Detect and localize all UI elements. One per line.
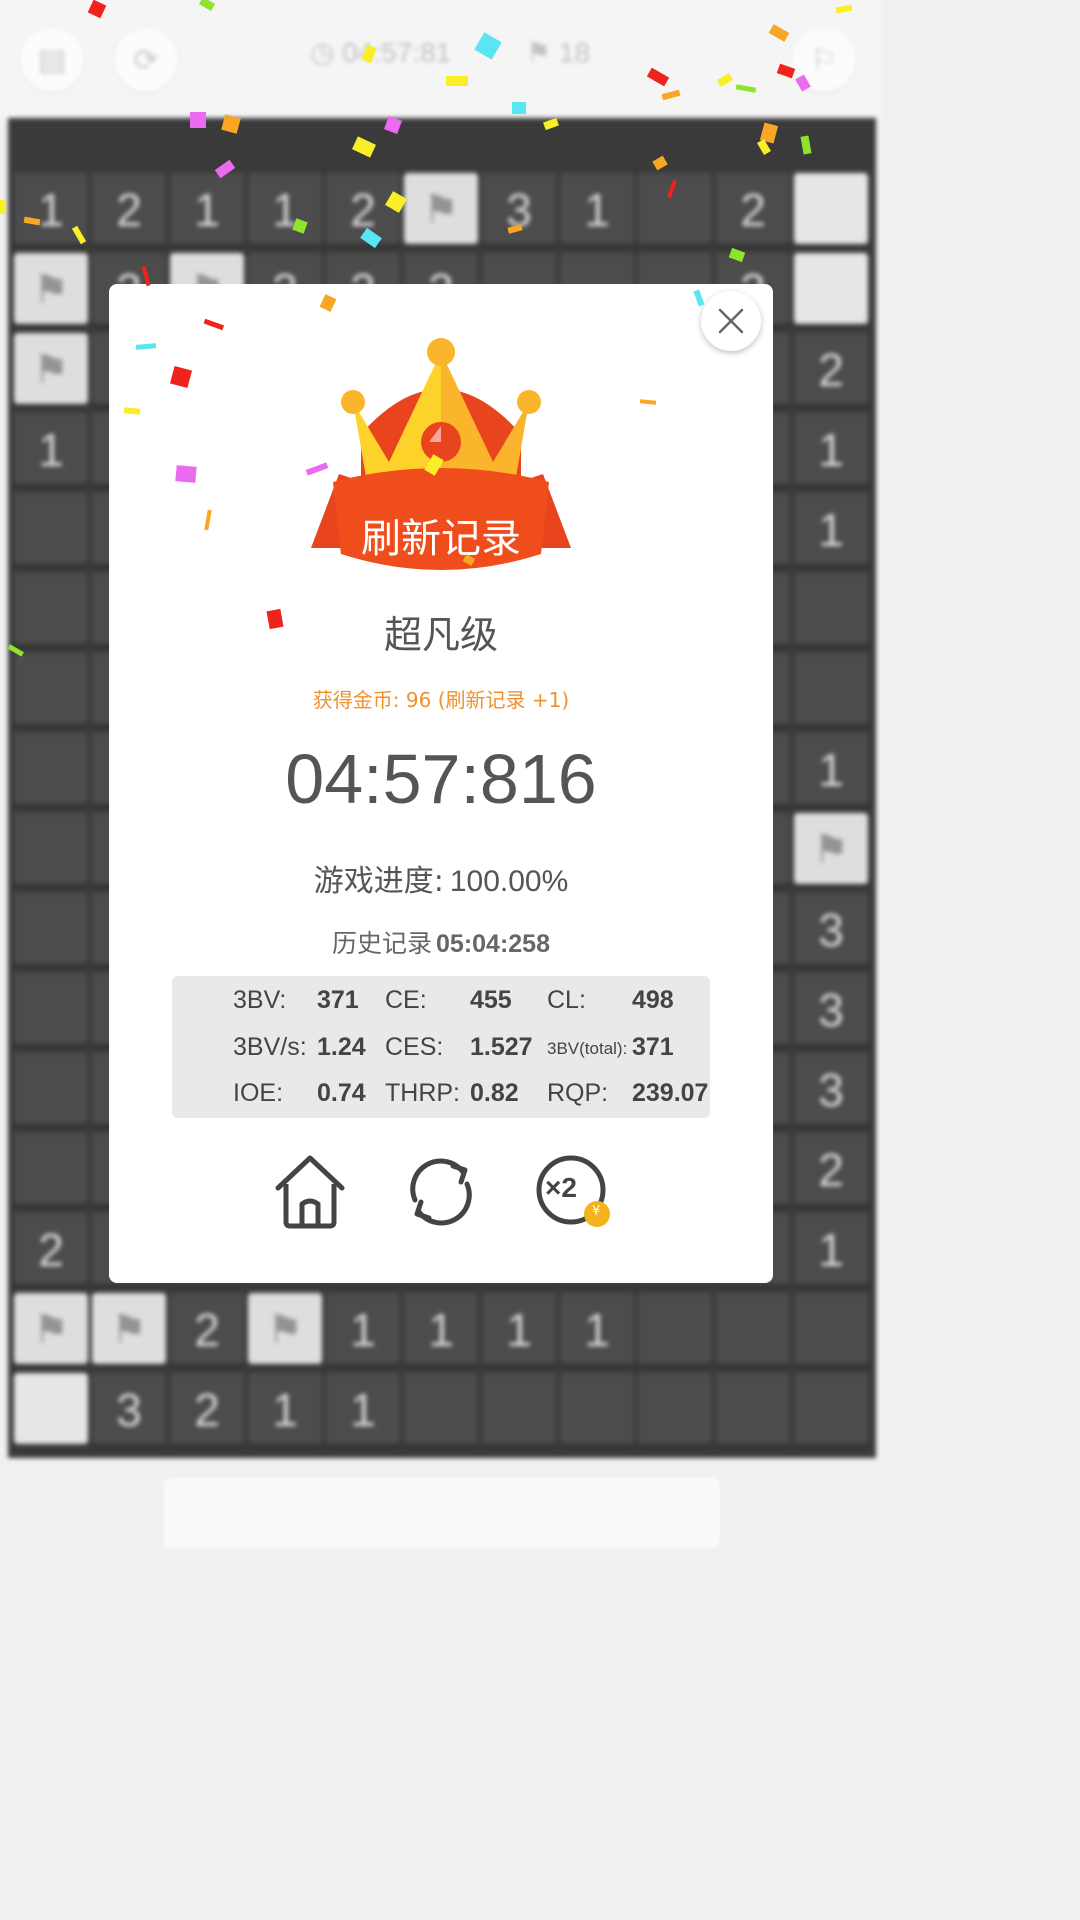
stat-value-thrp: 0.82 (470, 1079, 519, 1107)
close-icon (718, 308, 744, 334)
stat-value-3bv-total: 371 (632, 1033, 674, 1061)
stat-label-ces: CES: (385, 1033, 444, 1061)
double-reward-button[interactable]: ×2 ¥ (531, 1152, 617, 1232)
history-label: 历史记录 (332, 929, 433, 958)
history-record: 历史记录 05:04:258 (109, 924, 773, 960)
difficulty-level: 超凡级 (383, 613, 498, 657)
stat-value-ces: 1.527 (470, 1033, 533, 1061)
stat-label-thrp: THRP: (385, 1079, 460, 1107)
stat-label-3bvs: 3BV/s: (233, 1033, 307, 1061)
stat-value-ce: 455 (470, 986, 512, 1014)
home-icon (275, 1155, 345, 1229)
restart-button[interactable] (401, 1152, 481, 1232)
coins-earned: 获得金币: 96 (刷新记录 +1) (312, 688, 570, 712)
history-value: 05:04:258 (436, 930, 550, 958)
stat-label-ce: CE: (385, 986, 427, 1014)
coin-icon: ¥ (592, 1204, 601, 1219)
stat-label-3bv-total: 3BV(total): (547, 1039, 628, 1058)
stat-value-3bvs: 1.24 (317, 1033, 366, 1061)
stats-row: 3BV: 371 CE: 455 CL: 498 (172, 986, 710, 1016)
progress-label: 游戏进度: (313, 864, 444, 899)
game-progress: 游戏进度: 100.00% (109, 856, 773, 900)
stat-value-cl: 498 (632, 986, 674, 1014)
stats-panel: 3BV: 371 CE: 455 CL: 498 3BV/s: 1.24 CES… (172, 976, 710, 1118)
home-button[interactable] (270, 1152, 350, 1232)
record-banner-text: 刷新记录 (361, 516, 521, 562)
progress-value: 100.00% (449, 865, 569, 898)
stats-row: 3BV/s: 1.24 CES: 1.527 3BV(total): 371 (172, 1033, 710, 1063)
record-dialog: 刷新记录 超凡级 获得金币: 96 (刷新记录 +1) 04:57:816 游戏… (109, 284, 773, 1283)
stat-value-rqp: 239.07 (632, 1079, 709, 1107)
close-button[interactable] (701, 291, 761, 351)
stat-label-rqp: RQP: (547, 1079, 609, 1107)
stat-label-ioe: IOE: (233, 1079, 284, 1107)
stat-value-ioe: 0.74 (317, 1079, 366, 1107)
restart-icon (410, 1158, 472, 1226)
stat-label-cl: CL: (547, 986, 586, 1014)
stat-label-3bv: 3BV: (233, 986, 287, 1014)
double-label: ×2 (545, 1172, 577, 1203)
stats-row: IOE: 0.74 THRP: 0.82 RQP: 239.07 (172, 1079, 710, 1109)
finish-time: 04:57:816 (285, 740, 597, 818)
crown-badge: 刷新记录 (289, 334, 593, 579)
stat-value-3bv: 371 (317, 986, 359, 1014)
